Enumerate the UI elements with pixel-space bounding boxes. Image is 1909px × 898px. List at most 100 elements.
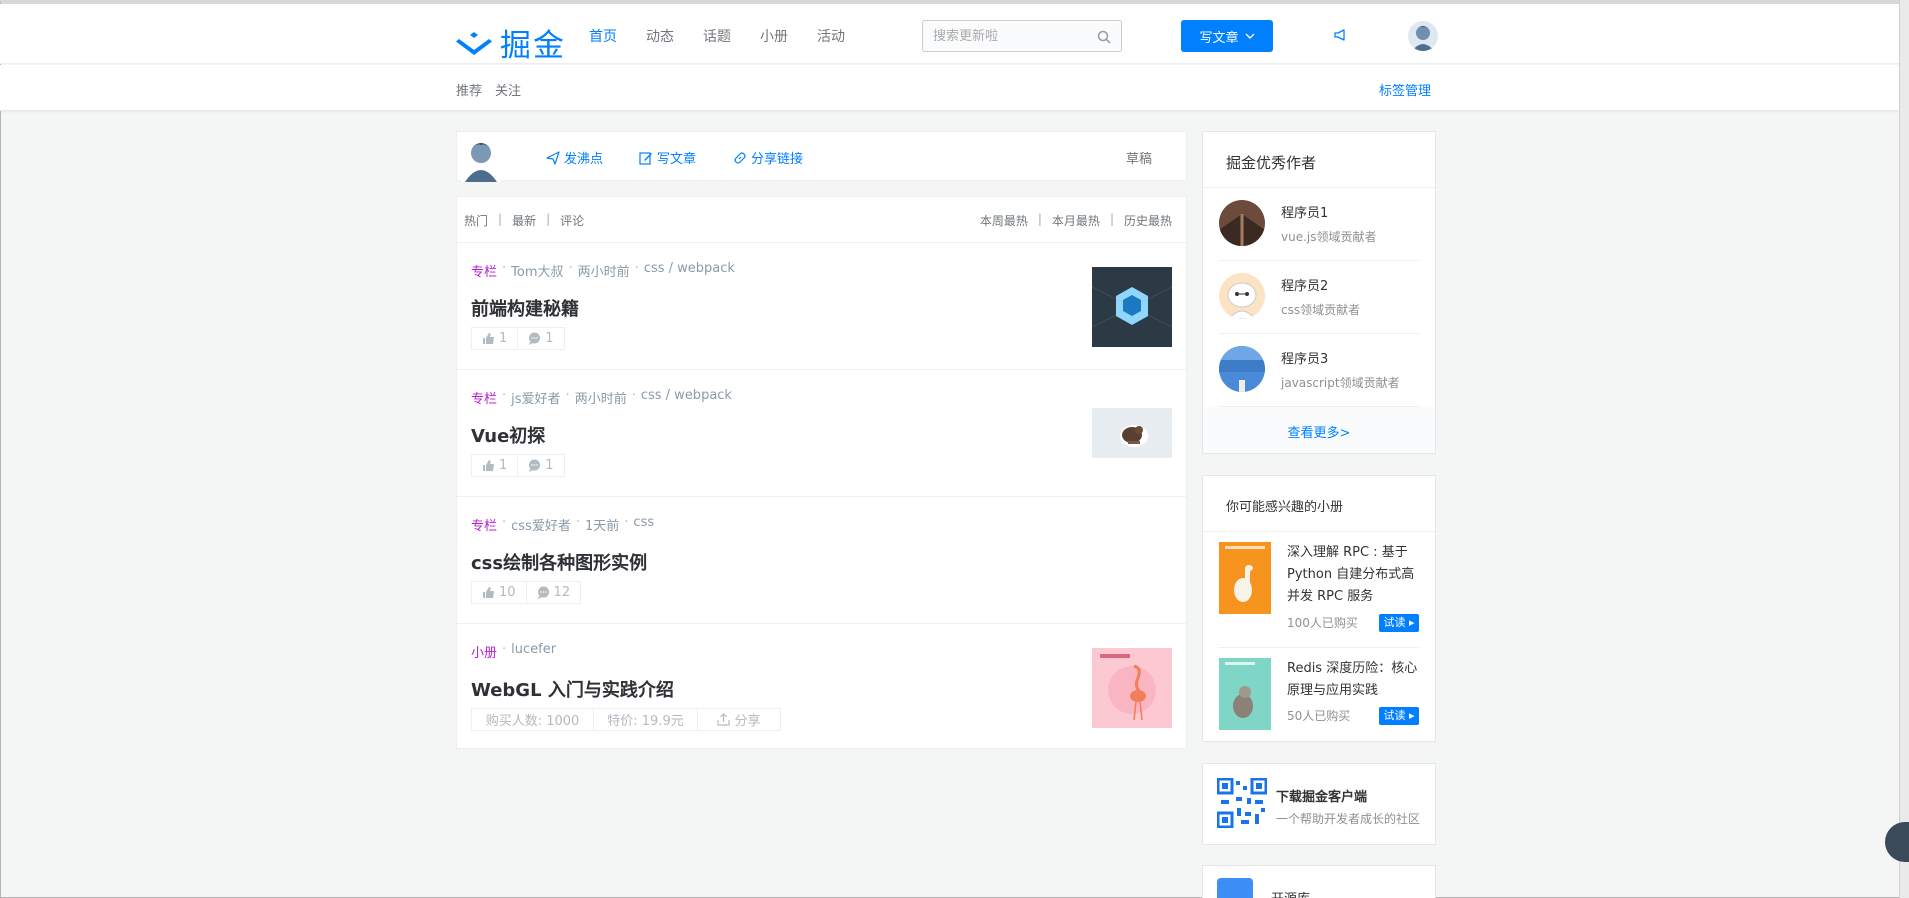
item-title[interactable]: WebGL 入门与实践介绍 xyxy=(471,676,674,702)
like-count: 1 xyxy=(499,458,508,473)
item-thumbnail[interactable] xyxy=(1092,648,1172,728)
open-source-card[interactable]: 开源库 xyxy=(1202,865,1436,898)
author-avatar[interactable] xyxy=(1219,273,1265,319)
share-button[interactable]: 分享 xyxy=(698,708,781,731)
composer-bar: 发沸点 写文章 分享链接 草稿 xyxy=(456,131,1187,182)
tab-week-hot[interactable]: 本周最热 xyxy=(980,212,1028,229)
item-topics[interactable]: css xyxy=(633,515,654,534)
item-tag[interactable]: 专栏 xyxy=(471,515,497,534)
book-item[interactable]: Redis 深度历险：核心原理与应用实践 50人已购买 试读 ▸ xyxy=(1219,648,1419,742)
tab-all-time-hot[interactable]: 历史最热 xyxy=(1124,212,1172,229)
author-name[interactable]: 程序员3 xyxy=(1281,348,1328,367)
try-read-button[interactable]: 试读 ▸ xyxy=(1379,614,1419,632)
nav-activity[interactable]: 动态 xyxy=(646,26,674,46)
buyer-count: 购买人数: 1000 xyxy=(471,708,594,731)
post-pin-label: 发沸点 xyxy=(564,152,604,167)
share-label: 分享 xyxy=(734,714,761,729)
composer-write-label: 写文章 xyxy=(657,152,697,167)
composer-avatar[interactable] xyxy=(461,136,501,182)
comment-icon xyxy=(529,332,541,345)
like-button[interactable]: 1 xyxy=(471,327,519,350)
author-avatar[interactable] xyxy=(1219,346,1265,392)
subnav-recommend[interactable]: 推荐 xyxy=(456,80,482,99)
comment-button[interactable]: 1 xyxy=(518,454,565,477)
download-app-card[interactable]: 下载掘金客户端 一个帮助开发者成长的社区 xyxy=(1202,763,1436,845)
tab-latest[interactable]: 最新 xyxy=(512,212,536,229)
nav-events[interactable]: 活动 xyxy=(817,26,845,46)
write-article-label: 写文章 xyxy=(1199,30,1239,46)
item-author[interactable]: Tom大叔 xyxy=(511,261,563,280)
comment-count: 12 xyxy=(553,585,571,600)
feed-item[interactable]: 小册 · lucefer WebGL 入门与实践介绍 购买人数: 1000 特价:… xyxy=(457,624,1186,751)
item-tag[interactable]: 专栏 xyxy=(471,261,497,280)
try-read-button[interactable]: 试读 ▸ xyxy=(1379,707,1419,725)
book-buyers: 100人已购买 xyxy=(1287,616,1358,630)
item-tag[interactable]: 专栏 xyxy=(471,388,497,407)
item-topics[interactable]: css / webpack xyxy=(644,261,735,280)
author-name[interactable]: 程序员2 xyxy=(1281,275,1328,294)
item-author[interactable]: lucefer xyxy=(511,642,556,661)
item-author[interactable]: css爱好者 xyxy=(511,515,571,534)
feed-tabs: 热门 | 最新 | 评论 本周最热 | 本月最热 | 历史最热 xyxy=(457,197,1186,243)
author-name[interactable]: 程序员1 xyxy=(1281,202,1328,221)
book-buyers: 50人已购买 xyxy=(1287,709,1351,723)
top-authors-title: 掘金优秀作者 xyxy=(1203,132,1435,188)
item-author[interactable]: js爱好者 xyxy=(511,388,560,407)
item-title[interactable]: css绘制各种图形实例 xyxy=(471,549,647,575)
logo-text: 掘金 xyxy=(500,28,566,64)
author-desc: css领域贡献者 xyxy=(1281,303,1361,317)
edit-icon xyxy=(639,151,652,165)
item-thumbnail[interactable] xyxy=(1092,267,1172,347)
nav-topics[interactable]: 话题 xyxy=(703,26,731,46)
nav-books[interactable]: 小册 xyxy=(760,26,788,46)
tab-comments[interactable]: 评论 xyxy=(560,212,584,229)
author-item[interactable]: 程序员1 vue.js领域贡献者 xyxy=(1219,188,1419,261)
item-tag[interactable]: 小册 xyxy=(471,642,497,661)
drafts-link[interactable]: 草稿 xyxy=(1126,148,1152,167)
search-input[interactable] xyxy=(923,21,1083,51)
user-avatar[interactable] xyxy=(1408,21,1438,51)
send-icon xyxy=(546,150,560,165)
share-icon xyxy=(717,713,731,726)
feed-item[interactable]: 专栏 · js爱好者 · 两小时前 · css / webpack Vue初探 1 1 xyxy=(457,370,1186,497)
feed-item[interactable]: 专栏 · css爱好者 · 1天前 · css css绘制各种图形实例 10 12 xyxy=(457,497,1186,624)
author-item[interactable]: 程序员2 css领域贡献者 xyxy=(1219,261,1419,334)
like-count: 1 xyxy=(499,331,508,346)
like-button[interactable]: 1 xyxy=(471,454,519,477)
scrollbar[interactable] xyxy=(1899,0,1909,898)
book-item[interactable]: 深入理解 RPC : 基于 Python 自建分布式高并发 RPC 服务 100… xyxy=(1219,532,1419,648)
post-pin-button[interactable]: 发沸点 xyxy=(546,148,603,167)
link-icon xyxy=(734,151,746,164)
author-item[interactable]: 程序员3 javascript领域贡献者 xyxy=(1219,334,1419,407)
search-icon[interactable] xyxy=(1097,29,1111,48)
tab-month-hot[interactable]: 本月最热 xyxy=(1052,212,1100,229)
view-more-link[interactable]: 查看更多> xyxy=(1203,407,1435,453)
item-thumbnail[interactable] xyxy=(1092,408,1172,458)
subnav-follow[interactable]: 关注 xyxy=(495,80,521,99)
item-topics[interactable]: css / webpack xyxy=(641,388,732,407)
thumbs-up-icon xyxy=(483,460,494,471)
comment-button[interactable]: 12 xyxy=(526,581,582,604)
logo[interactable]: 掘金 xyxy=(456,20,566,65)
author-desc: javascript领域贡献者 xyxy=(1281,376,1400,390)
item-title[interactable]: 前端构建秘籍 xyxy=(471,295,579,321)
share-link-button[interactable]: 分享链接 xyxy=(733,148,803,167)
item-title[interactable]: Vue初探 xyxy=(471,422,545,448)
nav-home[interactable]: 首页 xyxy=(589,26,617,46)
like-button[interactable]: 10 xyxy=(471,581,527,604)
author-avatar[interactable] xyxy=(1219,200,1265,246)
tag-management-link[interactable]: 标签管理 xyxy=(1379,80,1431,99)
comment-button[interactable]: 1 xyxy=(518,327,565,350)
notification-icon[interactable] xyxy=(1333,27,1349,47)
write-article-button[interactable]: 写文章 xyxy=(1181,20,1273,52)
tab-hot[interactable]: 热门 xyxy=(464,212,488,229)
book-cover[interactable] xyxy=(1219,542,1271,614)
open-source-icon xyxy=(1217,878,1253,898)
item-time: 两小时前 xyxy=(577,265,630,280)
book-cover[interactable] xyxy=(1219,658,1271,730)
book-title[interactable]: Redis 深度历险：核心原理与应用实践 xyxy=(1287,658,1423,702)
book-title[interactable]: 深入理解 RPC : 基于 Python 自建分布式高并发 RPC 服务 xyxy=(1287,542,1423,608)
composer-write-button[interactable]: 写文章 xyxy=(639,148,696,167)
qr-code-icon xyxy=(1217,778,1267,828)
feed-item[interactable]: 专栏 · Tom大叔 · 两小时前 · css / webpack 前端构建秘籍 1 … xyxy=(457,243,1186,370)
